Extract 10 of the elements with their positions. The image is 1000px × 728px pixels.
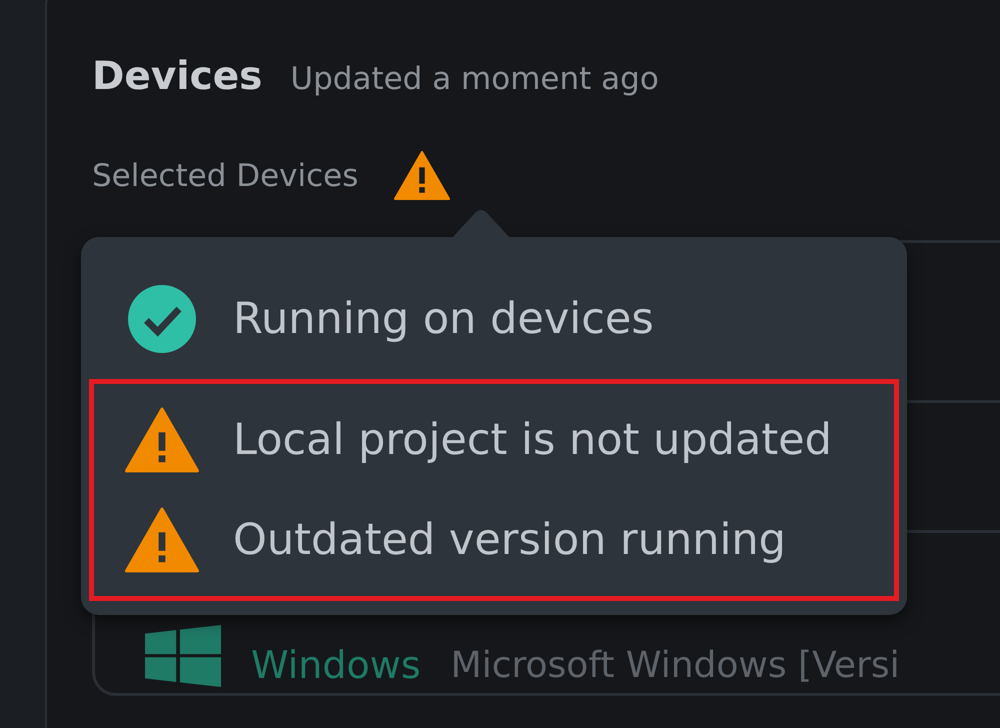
device-name: Windows [251, 643, 421, 687]
status-text: Outdated version running [233, 515, 786, 565]
selected-devices-label: Selected Devices [92, 158, 358, 194]
windows-logo-icon [145, 625, 221, 687]
status-text: Local project is not updated [233, 415, 832, 465]
status-text: Running on devices [233, 294, 654, 344]
warning-icon[interactable] [394, 151, 450, 200]
updated-text: Updated a moment ago [290, 61, 659, 97]
card-title: Devices [92, 54, 262, 99]
device-description: Microsoft Windows [Versi [450, 645, 900, 686]
